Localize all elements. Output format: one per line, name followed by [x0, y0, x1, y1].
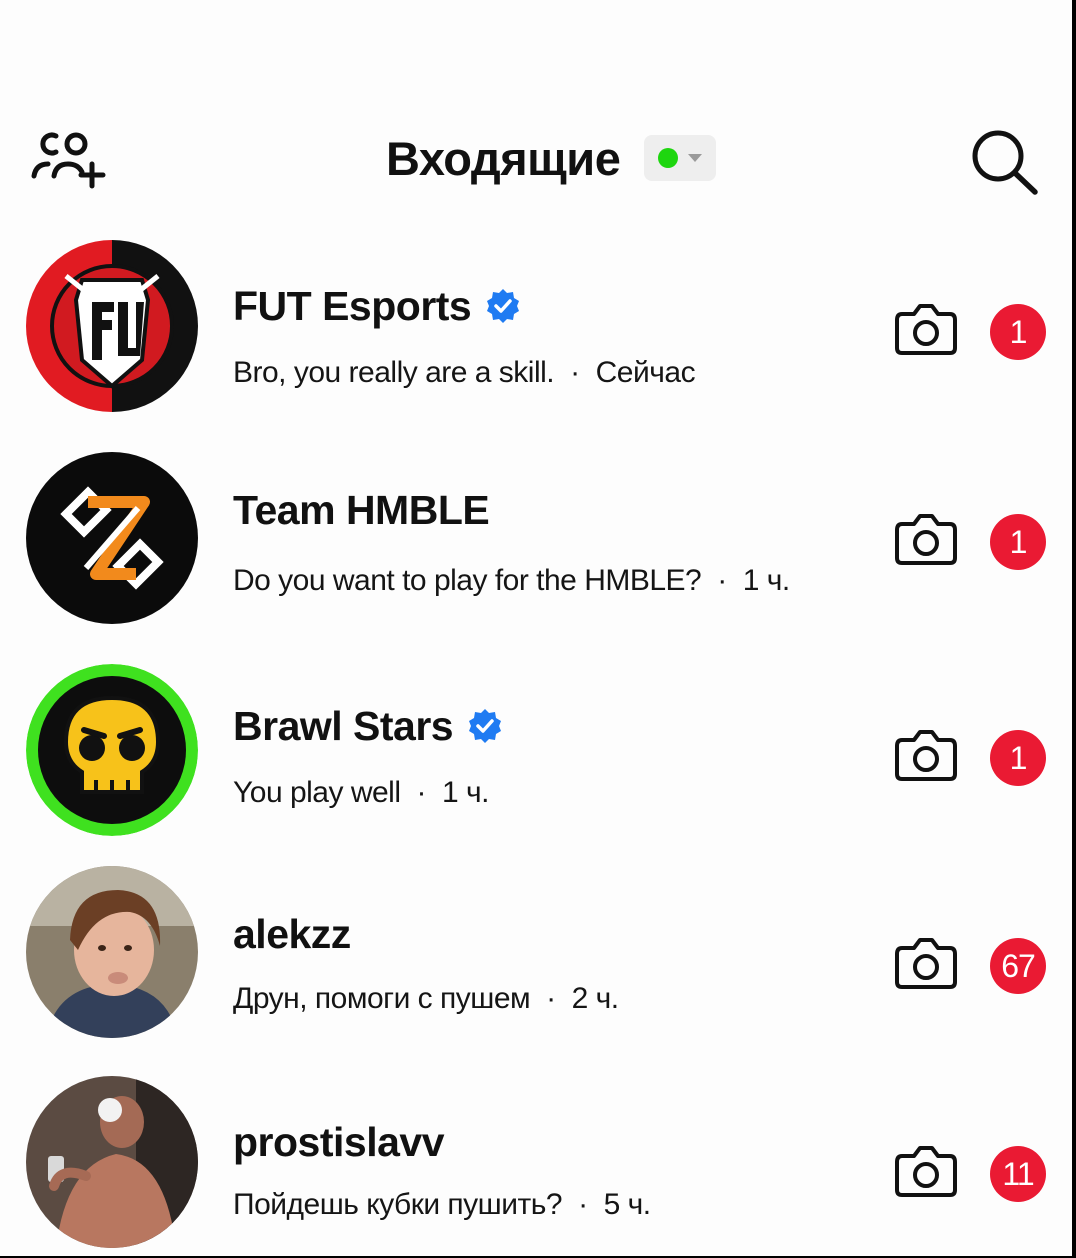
unread-badge: 11 — [990, 1146, 1046, 1202]
separator-dot: · — [578, 1188, 588, 1221]
thread-preview: Друн, помоги с пушем · 2 ч. — [233, 982, 619, 1016]
last-message: Do you want to play for the HMBLE? — [233, 564, 702, 597]
verified-badge-icon — [469, 709, 502, 743]
thread-preview: Do you want to play for the HMBLE? · 1 ч. — [233, 564, 790, 598]
unread-badge: 1 — [990, 304, 1046, 360]
chevron-down-icon — [688, 154, 703, 162]
thread-row[interactable]: alekzz Друн, помоги с пушем · 2 ч. 67 — [0, 866, 1072, 1066]
message-time: 2 ч. — [571, 982, 619, 1015]
thread-name: Team HMBLE — [233, 486, 490, 533]
separator-dot: · — [570, 356, 580, 389]
camera-icon[interactable] — [894, 1144, 958, 1198]
thread-name-line: alekzz — [233, 906, 351, 962]
unread-badge: 1 — [990, 514, 1046, 570]
message-time: 1 ч. — [742, 564, 790, 597]
thread-name: FUT Esports — [233, 282, 472, 329]
thread-row[interactable]: FUT Esports Bro, you really are a skill.… — [0, 236, 1072, 436]
search-icon[interactable] — [968, 128, 1044, 196]
separator-dot: · — [546, 982, 556, 1015]
camera-icon[interactable] — [894, 936, 958, 990]
last-message: Друн, помоги с пушем — [233, 982, 531, 1015]
last-message: You play well — [233, 776, 401, 809]
add-people-icon[interactable] — [28, 122, 108, 192]
title-group[interactable]: Входящие — [386, 130, 717, 186]
online-status-dot — [658, 148, 679, 168]
page-title: Входящие — [386, 131, 621, 185]
unread-badge: 67 — [990, 938, 1046, 994]
thread-name-line: FUT Esports — [233, 278, 521, 334]
thread-preview: Bro, you really are a skill. · Сейчас — [233, 356, 696, 390]
camera-icon[interactable] — [894, 512, 958, 566]
avatar — [26, 664, 198, 836]
verified-badge-icon — [487, 289, 520, 323]
thread-name: Brawl Stars — [233, 702, 454, 749]
status-selector[interactable] — [644, 135, 717, 181]
avatar — [26, 1076, 198, 1248]
thread-row[interactable]: Brawl Stars You play well · 1 ч. 1 — [0, 660, 1072, 860]
last-message: Пойдешь кубки пушить? — [233, 1188, 563, 1221]
inbox-header: Входящие — [0, 100, 1072, 220]
thread-name: alekzz — [233, 910, 351, 957]
avatar — [26, 240, 198, 412]
camera-icon[interactable] — [894, 728, 958, 782]
thread-preview: You play well · 1 ч. — [233, 776, 489, 810]
separator-dot: · — [717, 564, 727, 597]
thread-name-line: Brawl Stars — [233, 698, 503, 754]
thread-row[interactable]: Team HMBLE Do you want to play for the H… — [0, 448, 1072, 648]
last-message: Bro, you really are a skill. — [233, 356, 555, 389]
thread-name: prostislavv — [233, 1118, 445, 1165]
thread-name-line: Team HMBLE — [233, 482, 490, 538]
message-time: Сейчас — [595, 356, 696, 389]
avatar — [26, 866, 198, 1038]
avatar — [26, 452, 198, 624]
camera-icon[interactable] — [894, 302, 958, 356]
message-time: 5 ч. — [603, 1188, 651, 1221]
thread-name-line: prostislavv — [233, 1114, 445, 1170]
message-time: 1 ч. — [442, 776, 489, 809]
separator-dot: · — [416, 776, 427, 809]
inbox-screen: Входящие FUT Esports Bro, you really are… — [0, 0, 1072, 1256]
thread-row[interactable]: prostislavv Пойдешь кубки пушить? · 5 ч. 1… — [0, 1074, 1072, 1256]
unread-badge: 1 — [990, 730, 1046, 786]
thread-preview: Пойдешь кубки пушить? · 5 ч. — [233, 1188, 651, 1222]
